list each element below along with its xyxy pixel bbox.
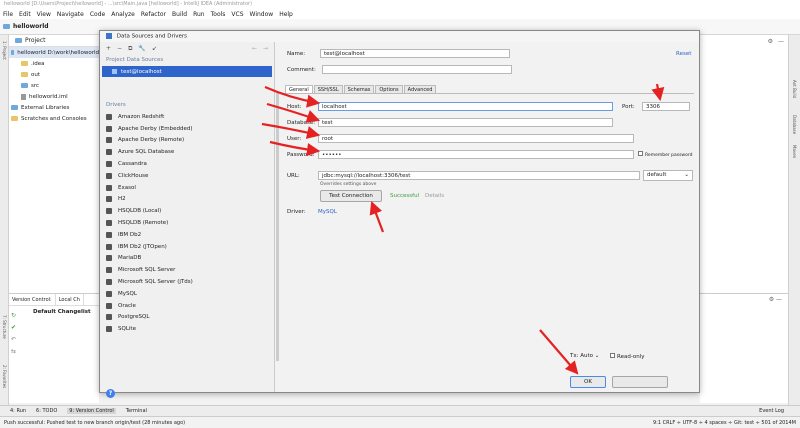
status-bar: Push successful: Pushed test to new bran… (0, 416, 800, 428)
arrow-to-database (266, 102, 321, 123)
arrow-to-user (261, 122, 321, 139)
arrow-to-ok (539, 329, 579, 375)
version-control-tab[interactable]: 9: Version Control (67, 408, 116, 414)
annotation-arrows (261, 83, 665, 375)
arrow-to-test-connection (369, 200, 385, 233)
run-tab[interactable]: 4: Run (10, 408, 26, 414)
arrow-to-host (264, 85, 321, 108)
arrow-to-port (651, 83, 665, 102)
status-message: Push successful: Pushed test to new bran… (4, 419, 186, 426)
arrow-to-password (269, 140, 321, 157)
event-log-tab[interactable]: Event Log (759, 408, 784, 414)
todo-tab[interactable]: 6: TODO (36, 408, 57, 414)
tool-window-bar: 4: Run 6: TODO 9: Version Control Termin… (0, 405, 800, 416)
terminal-tab[interactable]: Terminal (126, 408, 147, 414)
status-right[interactable]: 9:1 CRLF ÷ UTF-8 ÷ 4 spaces ÷ Git: test … (653, 420, 796, 426)
